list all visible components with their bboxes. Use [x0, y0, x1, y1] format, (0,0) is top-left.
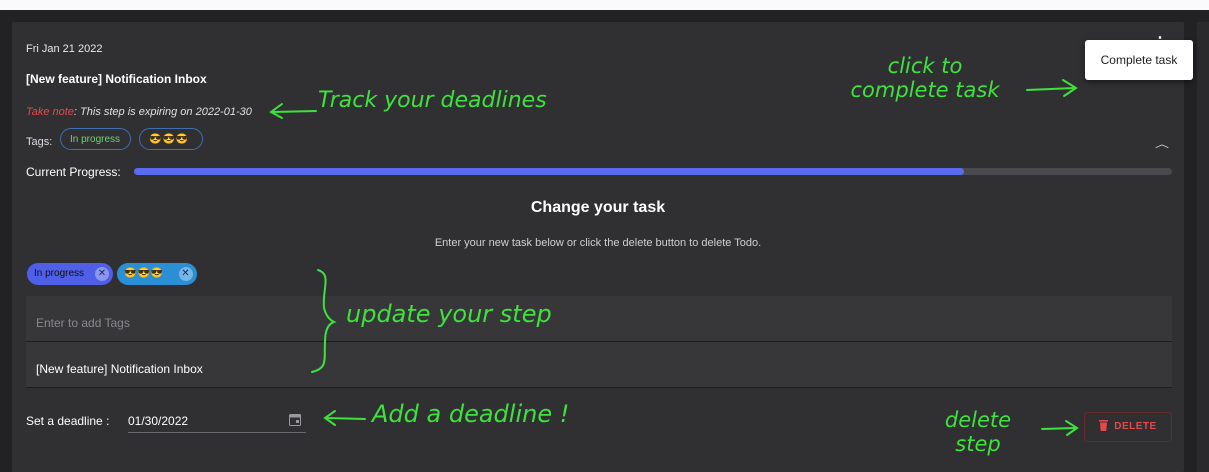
take-note-label: Take note [26, 106, 74, 118]
calendar-icon[interactable] [289, 413, 301, 426]
progress-fill [134, 168, 965, 175]
chevron-up-icon[interactable]: ︿ [1155, 137, 1169, 151]
annotation-arrow-left-icon [269, 103, 317, 119]
annotation-update-step: update your step [346, 300, 552, 328]
tag-chip-emoji: 😎😎😎 [139, 128, 203, 150]
filled-chip-in-progress: In progress ✕ [27, 263, 113, 285]
deadline-note: Take note: This step is expiring on 2022… [26, 106, 252, 118]
deadline-date-value: 01/30/2022 [128, 414, 189, 428]
delete-label: DELETE [1114, 421, 1157, 432]
task-title: [New feature] Notification Inbox [26, 72, 207, 86]
todo-card: Fri Jan 21 2022 [New feature] Notificati… [12, 22, 1184, 472]
tags-input[interactable] [36, 316, 1156, 330]
chip-label: In progress [34, 268, 85, 279]
progress-bar [134, 168, 1172, 175]
progress-label: Current Progress: [26, 165, 121, 179]
chip-label: 😎😎😎 [124, 268, 165, 279]
filled-chip-emoji: 😎😎😎 ✕ [117, 263, 197, 285]
trash-icon [1099, 419, 1109, 431]
complete-task-menu-item[interactable]: Complete task [1085, 40, 1193, 80]
deadline-note-text: : This step is expiring on 2022-01-30 [73, 106, 252, 118]
task-date: Fri Jan 21 2022 [26, 43, 103, 55]
annotation-arrow-right-icon [1026, 79, 1078, 97]
annotation-brace-icon [311, 269, 337, 373]
tags-field [26, 296, 1172, 342]
tag-chip-in-progress: In progress [60, 128, 131, 150]
form-heading: Change your task [530, 199, 666, 216]
deadline-date-input[interactable]: 01/30/2022 [128, 410, 306, 433]
scrollbar[interactable] [1197, 22, 1209, 472]
tags-label: Tags: [26, 136, 53, 148]
task-input[interactable] [36, 362, 1156, 376]
annotation-delete-step: delete step [944, 408, 1012, 456]
annotation-arrow-left-icon [323, 410, 366, 426]
deadline-label: Set a deadline : [26, 414, 110, 428]
chip-close-icon[interactable]: ✕ [179, 267, 193, 281]
annotation-track-deadlines: Track your deadlines [318, 88, 547, 113]
chip-close-icon[interactable]: ✕ [95, 267, 109, 281]
top-bar [0, 0, 1209, 10]
task-field [26, 342, 1172, 388]
annotation-complete-task: click to complete task [850, 54, 1000, 102]
form-subheading: Enter your new task below or click the d… [434, 237, 762, 249]
delete-button[interactable]: DELETE [1084, 412, 1172, 442]
annotation-add-deadline: Add a deadline ! [372, 400, 570, 428]
annotation-arrow-right-icon [1041, 420, 1079, 436]
